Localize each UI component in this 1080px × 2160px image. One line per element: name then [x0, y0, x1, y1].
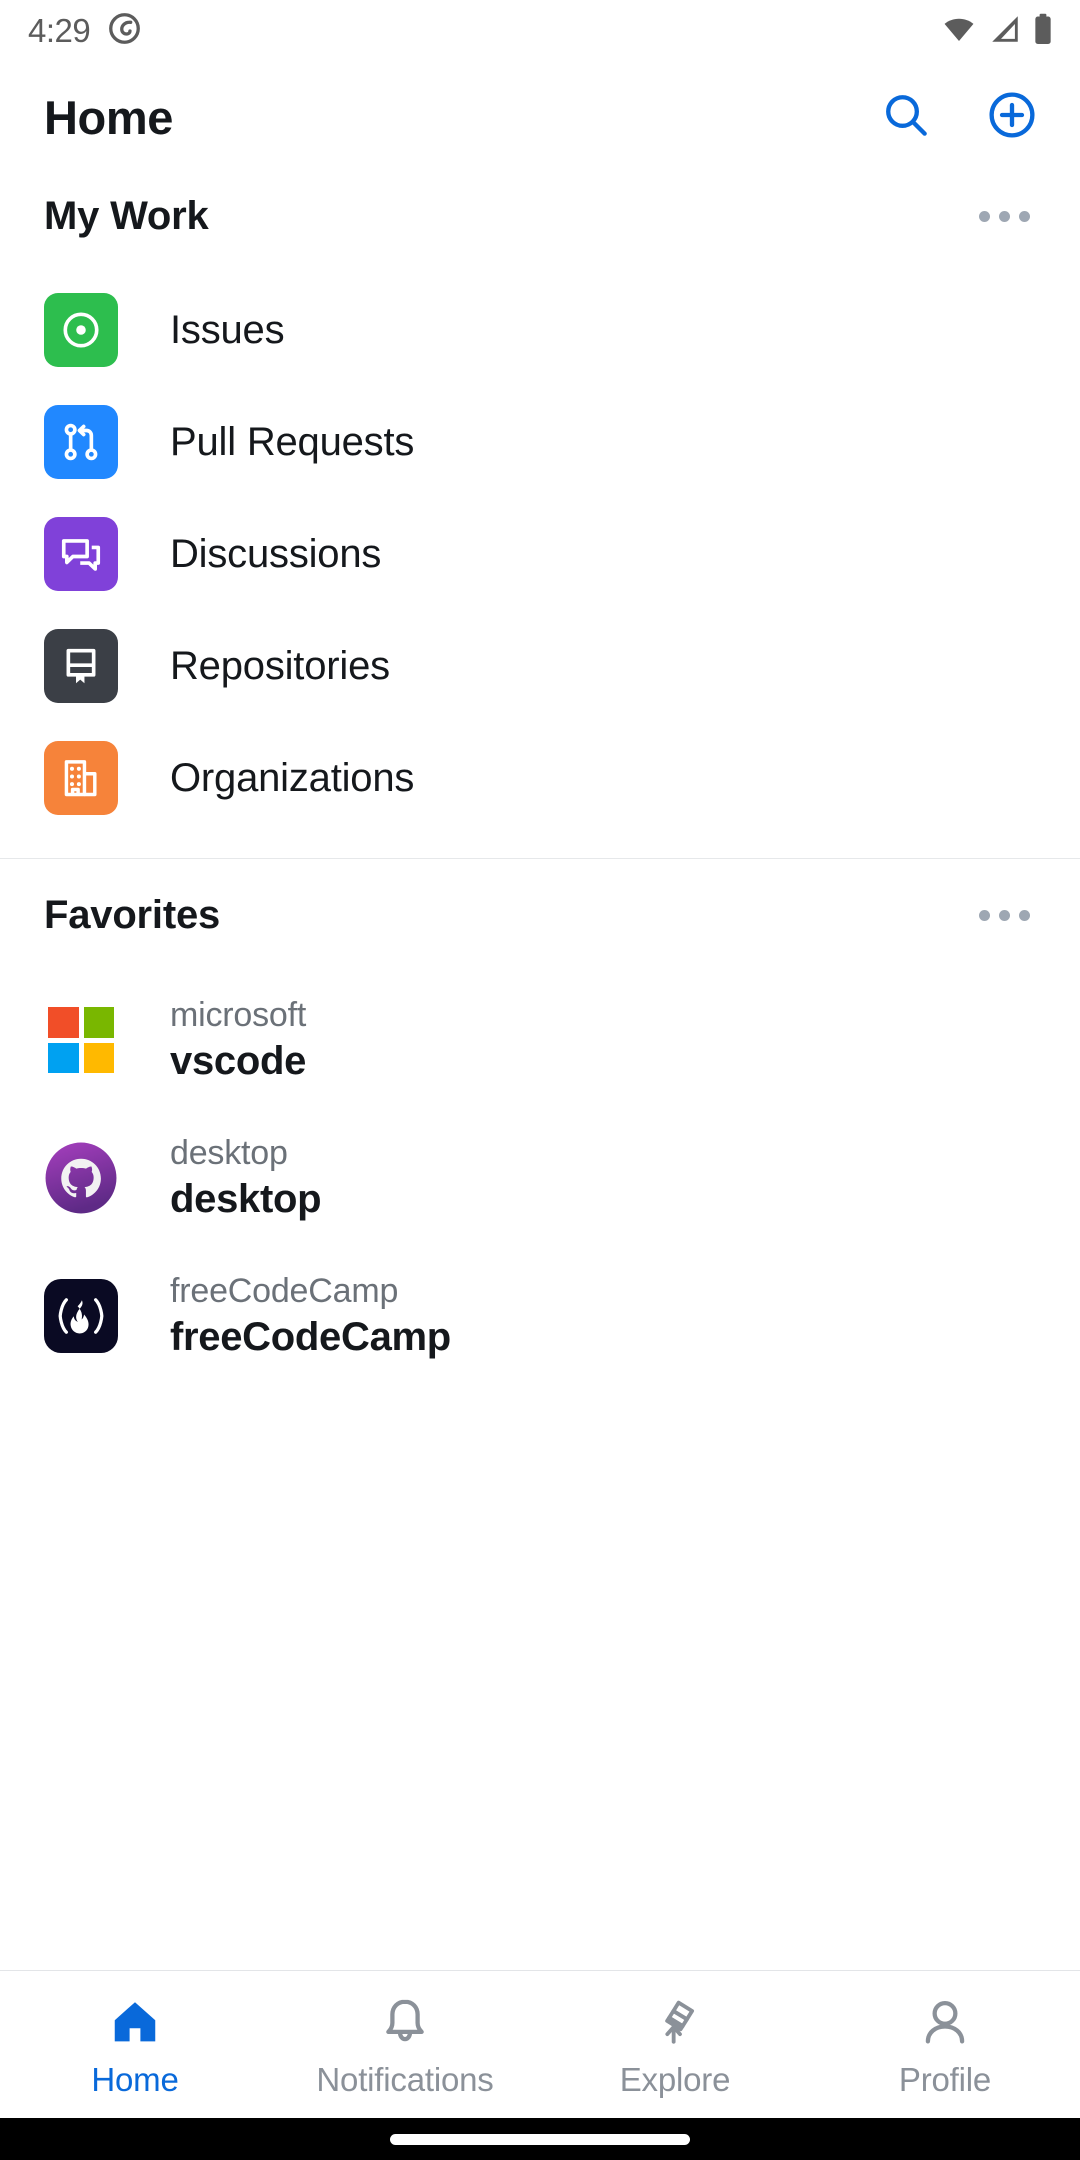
- create-new-button[interactable]: [984, 89, 1040, 145]
- status-bar-left: 4:29: [28, 12, 141, 50]
- microsoft-square-yellow: [83, 1042, 114, 1073]
- microsoft-square-red: [48, 1007, 79, 1038]
- favorites-title: Favorites: [44, 892, 221, 937]
- favorite-item-freecodecamp[interactable]: freeCodeCamp freeCodeCamp: [0, 1247, 1080, 1385]
- my-work-item-label: Organizations: [170, 755, 415, 800]
- kebab-dot-icon: [999, 210, 1010, 222]
- nav-tab-explore[interactable]: Explore: [540, 1971, 810, 2118]
- issue-opened-icon: [44, 293, 118, 367]
- search-button[interactable]: [878, 89, 934, 145]
- organization-icon: [44, 741, 118, 815]
- favorites-list: microsoft vscode desktop desktop freeCod…: [0, 971, 1080, 1385]
- github-octocat-avatar-icon: [44, 1141, 118, 1215]
- my-work-item-organizations[interactable]: Organizations: [0, 722, 1080, 834]
- battery-icon: [1032, 12, 1054, 51]
- favorite-owner: microsoft: [170, 995, 307, 1034]
- nav-tab-label: Home: [91, 2060, 179, 2098]
- search-icon: [880, 89, 932, 146]
- favorites-overflow-menu-button[interactable]: [973, 896, 1036, 935]
- kebab-dot-icon: [979, 210, 990, 222]
- nav-tab-profile[interactable]: Profile: [810, 1971, 1080, 2118]
- kebab-dot-icon: [979, 909, 990, 921]
- my-work-title: My Work: [44, 193, 209, 238]
- microsoft-square-green: [83, 1007, 114, 1038]
- my-work-item-issues[interactable]: Issues: [0, 274, 1080, 386]
- status-bar-right: [940, 12, 1054, 51]
- nav-tab-home[interactable]: Home: [0, 1971, 270, 2118]
- my-work-item-label: Discussions: [170, 531, 382, 576]
- git-pull-request-icon: [44, 405, 118, 479]
- bell-icon: [378, 1991, 432, 2049]
- favorite-repo-name: desktop: [170, 1176, 322, 1221]
- status-bar: 4:29: [0, 0, 1080, 62]
- favorite-item-vscode[interactable]: microsoft vscode: [0, 971, 1080, 1109]
- my-work-item-label: Repositories: [170, 643, 390, 688]
- nav-tab-label: Explore: [619, 2060, 731, 2098]
- favorite-item-text: microsoft vscode: [170, 995, 306, 1085]
- kebab-dot-icon: [1019, 210, 1030, 222]
- system-gesture-bar: [0, 2118, 1080, 2160]
- gesture-handle[interactable]: [390, 2133, 690, 2145]
- repo-icon: [44, 629, 118, 703]
- kebab-dot-icon: [999, 909, 1010, 921]
- nav-tab-notifications[interactable]: Notifications: [270, 1971, 540, 2118]
- status-bar-clock: 4:29: [28, 12, 91, 49]
- my-work-list: Issues Pull Requests Discussions Reposit…: [0, 260, 1080, 834]
- my-work-item-label: Pull Requests: [170, 419, 415, 464]
- notification-badge-icon: [108, 12, 141, 50]
- github-mobile-home-screen: 4:29 Home My Work Issues Pull Requests D…: [0, 0, 1080, 2160]
- comment-discussion-icon: [44, 517, 118, 591]
- my-work-item-repositories[interactable]: Repositories: [0, 610, 1080, 722]
- favorites-section-header: Favorites: [0, 859, 1080, 971]
- cellular-signal-icon: [987, 12, 1023, 51]
- nav-tab-label: Profile: [898, 2060, 992, 2098]
- telescope-icon: [648, 1991, 702, 2049]
- favorite-item-text: desktop desktop: [170, 1133, 322, 1223]
- favorite-item-desktop[interactable]: desktop desktop: [0, 1109, 1080, 1247]
- favorite-owner: freeCodeCamp: [170, 1271, 399, 1310]
- wifi-icon: [940, 12, 978, 51]
- my-work-item-discussions[interactable]: Discussions: [0, 498, 1080, 610]
- favorite-item-text: freeCodeCamp freeCodeCamp: [170, 1271, 451, 1361]
- person-icon: [918, 1991, 972, 2049]
- home-icon: [108, 1991, 162, 2049]
- bottom-navigation-bar: Home Notifications Explore Profile: [0, 1970, 1080, 2118]
- content-filler: [0, 1385, 1080, 1970]
- freecodecamp-logo-icon: [44, 1279, 118, 1353]
- header-actions: [878, 89, 1040, 145]
- plus-circle-icon: [986, 89, 1038, 146]
- my-work-section-header: My Work: [0, 172, 1080, 260]
- page-title: Home: [44, 90, 173, 144]
- my-work-item-pull-requests[interactable]: Pull Requests: [0, 386, 1080, 498]
- microsoft-logo-icon: [44, 1003, 118, 1077]
- kebab-dot-icon: [1019, 909, 1030, 921]
- favorite-owner: desktop: [170, 1133, 288, 1172]
- app-header: Home: [0, 62, 1080, 172]
- my-work-overflow-menu-button[interactable]: [973, 197, 1036, 236]
- my-work-item-label: Issues: [170, 307, 285, 352]
- favorite-repo-name: freeCodeCamp: [170, 1314, 451, 1359]
- favorite-repo-name: vscode: [170, 1038, 307, 1083]
- nav-tab-label: Notifications: [316, 2060, 494, 2098]
- microsoft-square-blue: [48, 1042, 79, 1073]
